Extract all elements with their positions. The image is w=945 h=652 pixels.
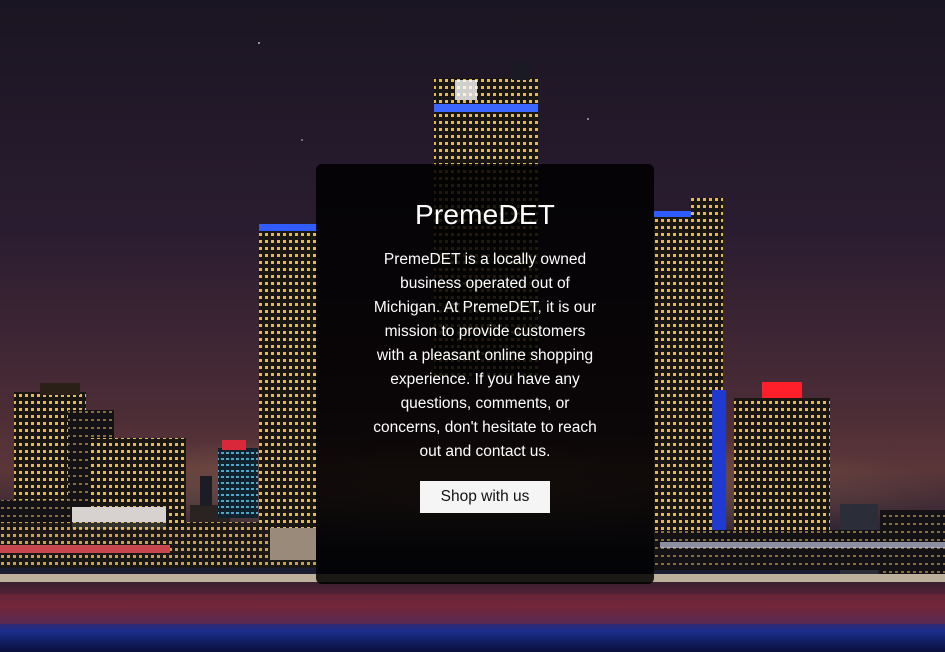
shop-with-us-button[interactable]: Shop with us (419, 481, 551, 513)
hero-section: PremeDET PremeDET is a locally owned bus… (0, 0, 945, 652)
intro-description: PremeDET is a locally owned business ope… (373, 251, 597, 460)
intro-card: PremeDET PremeDET is a locally owned bus… (316, 164, 654, 584)
brand-title: PremeDET (414, 199, 556, 230)
